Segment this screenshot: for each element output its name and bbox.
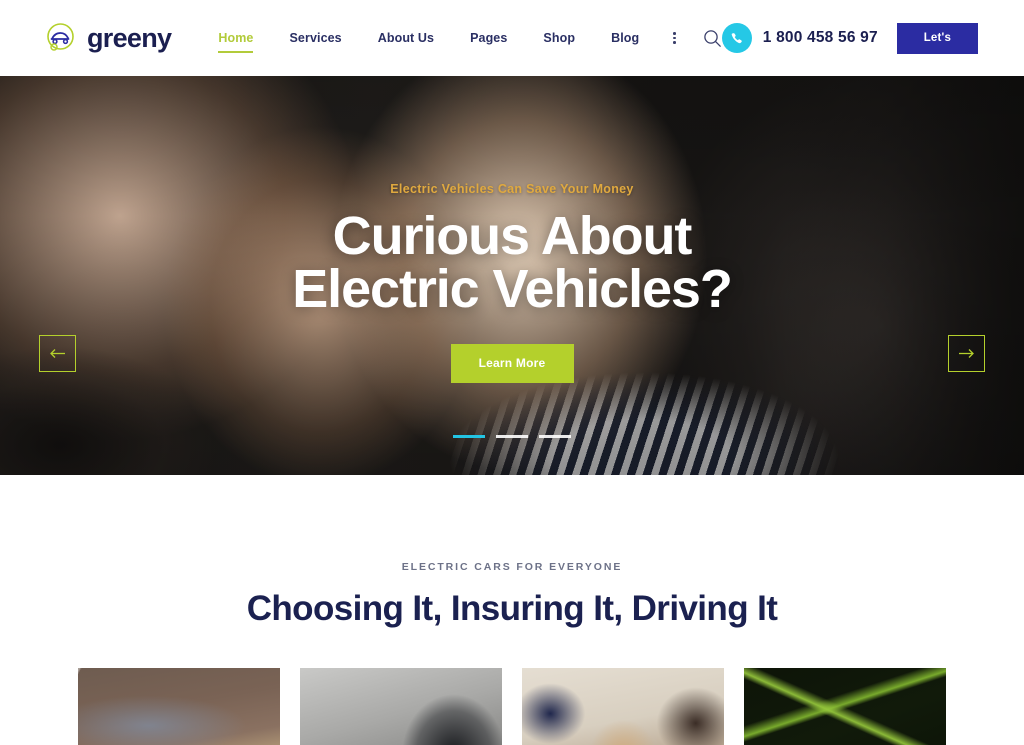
feature-card-list (0, 667, 1024, 745)
people-in-car-image (522, 667, 724, 745)
feature-card[interactable] (300, 667, 502, 745)
arrow-left-icon[interactable] (39, 335, 76, 372)
nav-item-home[interactable]: Home (218, 27, 254, 53)
hero-content: Electric Vehicles Can Save Your Money Cu… (0, 76, 1024, 475)
car-circle-logo-icon (44, 21, 78, 55)
main-nav: Home Services About Us Pages Shop Blog (200, 27, 722, 53)
phone-number: 1 800 458 56 97 (762, 29, 878, 46)
hero-slider-dot-3[interactable] (539, 435, 571, 438)
nav-item-services[interactable]: Services (289, 27, 341, 49)
hero-slider-dot-1[interactable] (453, 435, 485, 438)
nav-item-shop[interactable]: Shop (543, 27, 575, 49)
page-title: Choosing It, Insuring It, Driving It (246, 589, 778, 628)
feature-card[interactable] (744, 667, 946, 745)
vertical-dots-icon[interactable] (673, 32, 676, 44)
section-eyebrow: ELECTRIC CARS FOR EVERYONE (401, 561, 623, 573)
site-header: greeny Home Services About Us Pages Shop… (0, 0, 1024, 76)
nav-item-about-us[interactable]: About Us (378, 27, 434, 49)
nav-item-blog[interactable]: Blog (611, 27, 639, 49)
hero-eyebrow: Electric Vehicles Can Save Your Money (390, 182, 634, 196)
phone-icon (721, 23, 752, 53)
search-icon[interactable] (703, 29, 722, 48)
hero-slider-dot-2[interactable] (496, 435, 528, 438)
header-actions: 1 800 458 56 97 Let's Talk (721, 22, 978, 75)
logo-text: greeny (87, 22, 172, 53)
lets-talk-button[interactable]: Let's Talk (896, 22, 978, 75)
hero-title-line-1: Curious About (332, 206, 693, 266)
car-dashboard-image (78, 667, 280, 745)
phone-badge[interactable]: 1 800 458 56 97 (721, 23, 878, 53)
hero-title: Curious About Electric Vehicles? (292, 206, 733, 319)
hero-slider: Electric Vehicles Can Save Your Money Cu… (0, 76, 1024, 475)
logo[interactable]: greeny (44, 21, 172, 55)
car-charging-port-image (300, 667, 502, 745)
arrow-right-icon[interactable] (948, 335, 985, 372)
feature-card[interactable] (78, 667, 280, 745)
green-leaves-image (744, 667, 946, 745)
hero-title-line-2: Electric Vehicles? (292, 258, 733, 319)
feature-card[interactable] (522, 667, 724, 745)
hero-slider-dots (453, 435, 571, 438)
nav-item-pages[interactable]: Pages (470, 27, 507, 49)
intro-section: ELECTRIC CARS FOR EVERYONE Choosing It, … (0, 475, 1024, 745)
learn-more-button[interactable]: Learn More (450, 343, 574, 383)
